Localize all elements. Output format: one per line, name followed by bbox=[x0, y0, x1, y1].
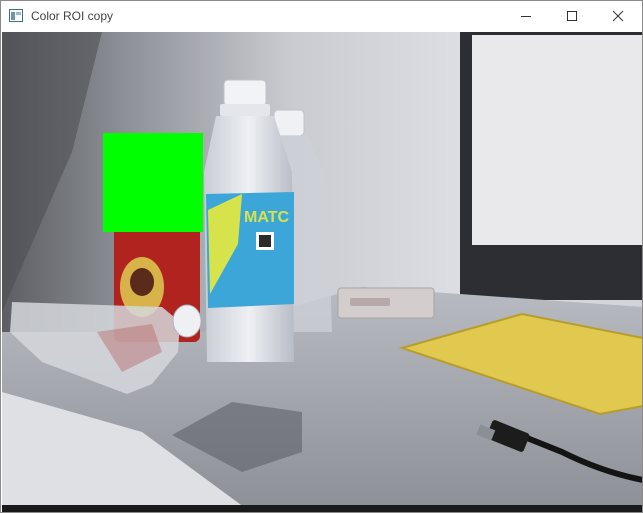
close-button[interactable] bbox=[596, 1, 642, 32]
camera-frame: MATC bbox=[2, 32, 642, 512]
front-bottle-neck bbox=[220, 104, 270, 116]
title-bar[interactable]: Color ROI copy bbox=[1, 1, 642, 32]
green-roi-marker bbox=[103, 133, 203, 232]
minimize-button[interactable] bbox=[504, 1, 550, 32]
small-box-detail bbox=[350, 298, 390, 306]
close-icon bbox=[612, 10, 624, 22]
maximize-button[interactable] bbox=[550, 1, 596, 32]
camera-scene: MATC bbox=[2, 32, 642, 512]
fallen-bottle-cap bbox=[172, 304, 202, 338]
bottle-qr-pattern bbox=[259, 235, 271, 247]
minimize-icon bbox=[521, 16, 531, 17]
can-logo-face bbox=[130, 268, 154, 296]
app-window-icon bbox=[9, 9, 23, 22]
frame-bottom-border bbox=[2, 505, 642, 512]
window-title: Color ROI copy bbox=[31, 9, 114, 23]
maximize-icon bbox=[567, 11, 577, 21]
front-bottle-cap bbox=[223, 79, 267, 107]
monitor-screen bbox=[472, 35, 642, 245]
app-window: Color ROI copy MATC bbox=[0, 0, 643, 513]
bottle-label-text: MATC bbox=[244, 209, 289, 226]
